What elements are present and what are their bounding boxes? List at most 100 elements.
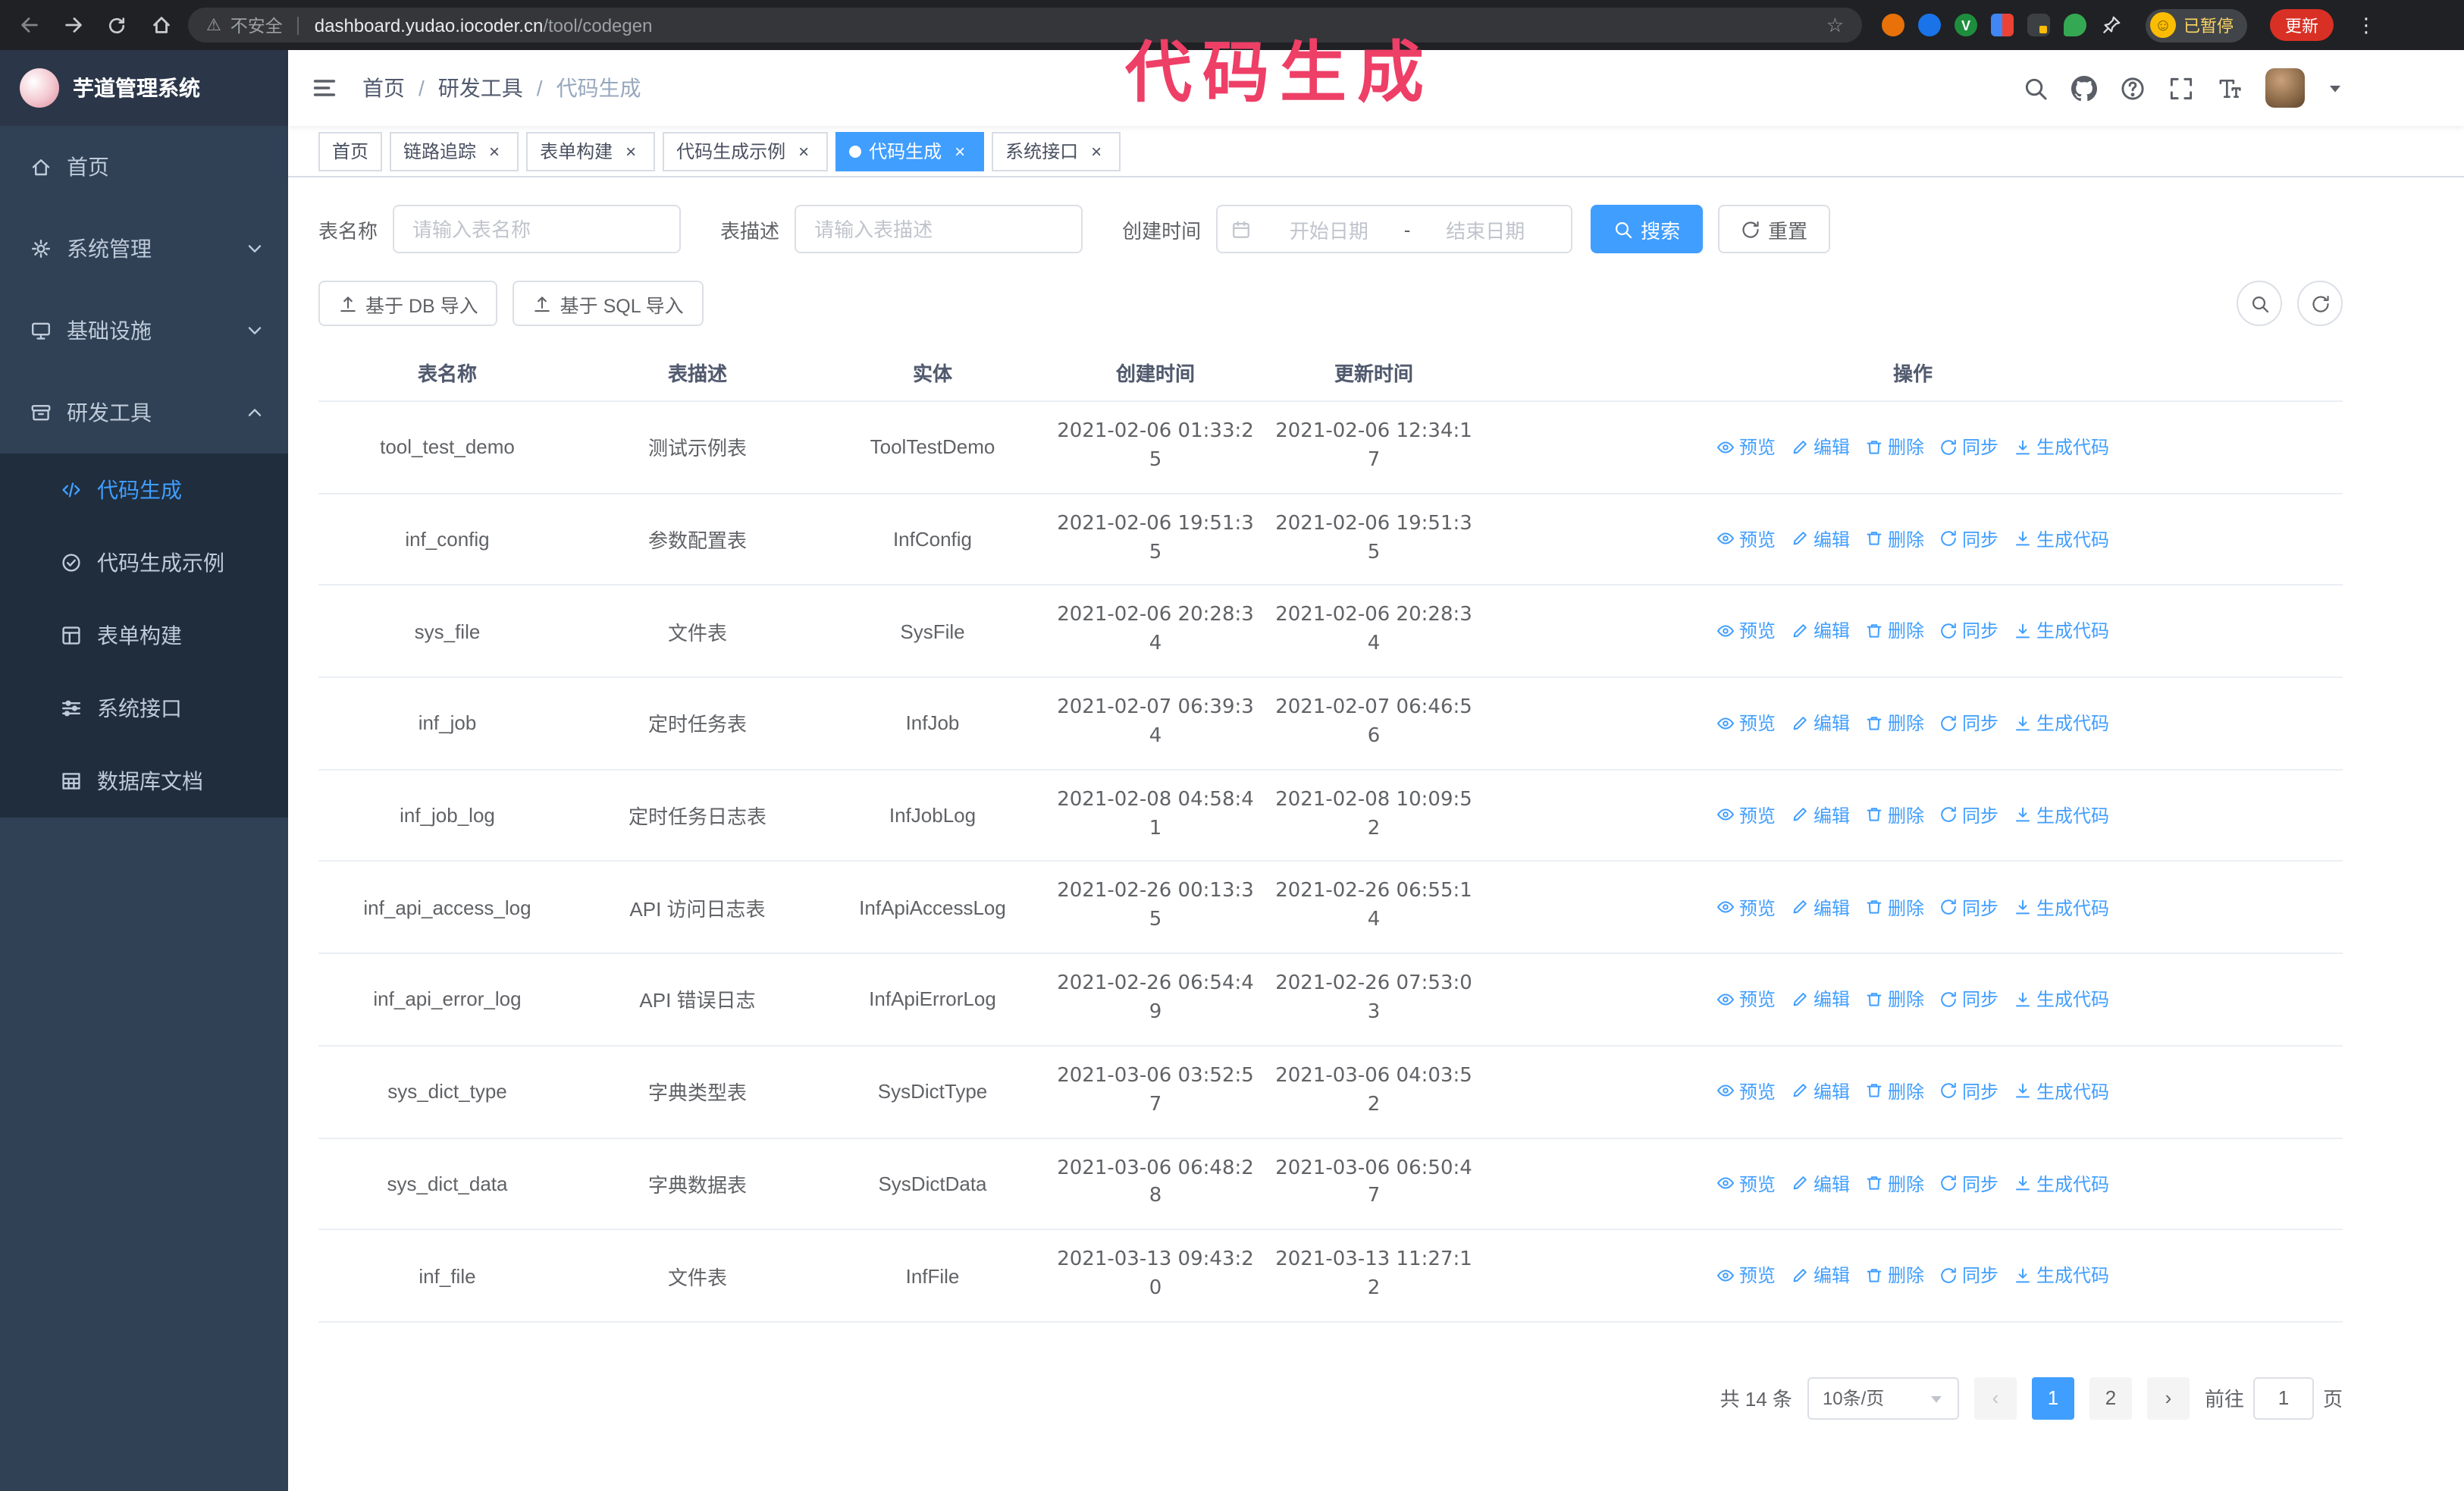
- op-eye-link[interactable]: 预览: [1716, 986, 1776, 1012]
- refresh-table-button[interactable]: [2297, 281, 2343, 326]
- sidebar-item-form-builder[interactable]: 表单构建: [0, 599, 288, 672]
- date-end-placeholder[interactable]: 结束日期: [1413, 215, 1557, 243]
- op-download-link[interactable]: 生成代码: [2014, 618, 2109, 644]
- sidebar-item-home[interactable]: 首页: [0, 126, 288, 208]
- tab-code-generation[interactable]: 代码生成 ×: [835, 131, 985, 171]
- tab-close-icon[interactable]: ×: [620, 140, 641, 162]
- op-sync-link[interactable]: 同步: [1939, 618, 1998, 644]
- url-text[interactable]: dashboard.yudao.iocoder.cn/tool/codegen: [315, 14, 653, 36]
- prev-page-button[interactable]: ‹: [1973, 1376, 2017, 1420]
- update-button[interactable]: 更新: [2270, 9, 2334, 41]
- tab-home[interactable]: 首页: [318, 131, 383, 171]
- op-edit-link[interactable]: 编辑: [1791, 1170, 1850, 1196]
- browser-home-button[interactable]: [144, 8, 177, 42]
- op-delete-link[interactable]: 删除: [1865, 894, 1924, 920]
- toggle-search-button[interactable]: [2237, 281, 2282, 326]
- op-sync-link[interactable]: 同步: [1939, 1170, 1998, 1196]
- extension-icon[interactable]: [1991, 14, 2014, 36]
- op-download-link[interactable]: 生成代码: [2014, 1078, 2109, 1104]
- op-sync-link[interactable]: 同步: [1939, 986, 1998, 1012]
- op-eye-link[interactable]: 预览: [1716, 1170, 1776, 1196]
- pin-icon[interactable]: [2100, 14, 2123, 36]
- op-eye-link[interactable]: 预览: [1716, 710, 1776, 736]
- op-edit-link[interactable]: 编辑: [1791, 618, 1850, 644]
- op-download-link[interactable]: 生成代码: [2014, 526, 2109, 552]
- op-sync-link[interactable]: 同步: [1939, 710, 1998, 736]
- op-eye-link[interactable]: 预览: [1716, 434, 1776, 460]
- op-download-link[interactable]: 生成代码: [2014, 802, 2109, 828]
- op-edit-link[interactable]: 编辑: [1791, 802, 1850, 828]
- table-name-input[interactable]: [393, 205, 682, 253]
- op-sync-link[interactable]: 同步: [1939, 434, 1998, 460]
- table-desc-input[interactable]: [795, 205, 1083, 253]
- op-eye-link[interactable]: 预览: [1716, 526, 1776, 552]
- bookmark-star-icon[interactable]: ☆: [1826, 13, 1844, 37]
- breadcrumb-item[interactable]: 首页: [362, 73, 405, 103]
- op-edit-link[interactable]: 编辑: [1791, 1263, 1850, 1289]
- extension-icon[interactable]: [2064, 14, 2086, 36]
- tab-close-icon[interactable]: ×: [484, 140, 505, 162]
- op-delete-link[interactable]: 删除: [1865, 802, 1924, 828]
- op-edit-link[interactable]: 编辑: [1791, 986, 1850, 1012]
- op-eye-link[interactable]: 预览: [1716, 894, 1776, 920]
- caret-down-icon[interactable]: [2328, 80, 2343, 96]
- op-sync-link[interactable]: 同步: [1939, 802, 1998, 828]
- reset-button[interactable]: 重置: [1718, 205, 1831, 253]
- help-icon[interactable]: [2120, 75, 2146, 101]
- sidebar-item-infrastructure[interactable]: 基础设施: [0, 290, 288, 372]
- browser-reload-button[interactable]: [100, 8, 133, 42]
- op-download-link[interactable]: 生成代码: [2014, 1263, 2109, 1289]
- browser-forward-button[interactable]: [56, 8, 89, 42]
- sidebar-item-codegen-example[interactable]: 代码生成示例: [0, 526, 288, 599]
- sidebar-item-system-api[interactable]: 系统接口: [0, 672, 288, 745]
- date-start-placeholder[interactable]: 开始日期: [1257, 215, 1401, 243]
- sidebar-item-code-generation[interactable]: 代码生成: [0, 454, 288, 526]
- import-db-button[interactable]: 基于 DB 导入: [318, 281, 498, 326]
- op-edit-link[interactable]: 编辑: [1791, 1078, 1850, 1104]
- security-label[interactable]: 不安全: [230, 13, 283, 37]
- op-edit-link[interactable]: 编辑: [1791, 526, 1850, 552]
- op-delete-link[interactable]: 删除: [1865, 1078, 1924, 1104]
- tab-codegen-example[interactable]: 代码生成示例 ×: [663, 131, 829, 171]
- tab-form-builder[interactable]: 表单构建 ×: [526, 131, 656, 171]
- sidebar-item-database-doc[interactable]: 数据库文档: [0, 745, 288, 818]
- op-download-link[interactable]: 生成代码: [2014, 1170, 2109, 1196]
- sidebar-toggle-icon[interactable]: [311, 74, 338, 102]
- op-eye-link[interactable]: 预览: [1716, 618, 1776, 644]
- op-edit-link[interactable]: 编辑: [1791, 434, 1850, 460]
- extension-icon[interactable]: V: [1955, 14, 1977, 36]
- goto-page-input[interactable]: [2252, 1376, 2314, 1420]
- search-icon[interactable]: [2023, 75, 2049, 101]
- fullscreen-icon[interactable]: [2168, 75, 2194, 101]
- date-range-picker[interactable]: 开始日期 - 结束日期: [1216, 205, 1573, 253]
- op-delete-link[interactable]: 删除: [1865, 526, 1924, 552]
- op-download-link[interactable]: 生成代码: [2014, 894, 2109, 920]
- op-sync-link[interactable]: 同步: [1939, 1263, 1998, 1289]
- font-size-icon[interactable]: [2217, 75, 2243, 101]
- tab-close-icon[interactable]: ×: [1086, 140, 1107, 162]
- op-download-link[interactable]: 生成代码: [2014, 434, 2109, 460]
- op-delete-link[interactable]: 删除: [1865, 618, 1924, 644]
- extension-icon[interactable]: [1882, 14, 1904, 36]
- op-delete-link[interactable]: 删除: [1865, 986, 1924, 1012]
- search-button[interactable]: 搜索: [1591, 205, 1704, 253]
- page-button-1[interactable]: 1: [2031, 1376, 2074, 1420]
- op-sync-link[interactable]: 同步: [1939, 526, 1998, 552]
- tab-system-api[interactable]: 系统接口 ×: [992, 131, 1121, 171]
- page-size-select[interactable]: 10条/页: [1807, 1376, 1959, 1420]
- page-button-2[interactable]: 2: [2089, 1376, 2132, 1420]
- op-download-link[interactable]: 生成代码: [2014, 710, 2109, 736]
- breadcrumb-item[interactable]: 研发工具: [438, 73, 523, 103]
- sidebar-item-dev-tools[interactable]: 研发工具: [0, 372, 288, 454]
- sidebar-item-system-management[interactable]: 系统管理: [0, 208, 288, 290]
- op-eye-link[interactable]: 预览: [1716, 1078, 1776, 1104]
- import-sql-button[interactable]: 基于 SQL 导入: [513, 281, 704, 326]
- op-sync-link[interactable]: 同步: [1939, 894, 1998, 920]
- tab-link-tracing[interactable]: 链路追踪 ×: [390, 131, 519, 171]
- next-page-button[interactable]: ›: [2146, 1376, 2190, 1420]
- op-edit-link[interactable]: 编辑: [1791, 894, 1850, 920]
- tab-close-icon[interactable]: ×: [949, 140, 970, 162]
- user-avatar[interactable]: [2265, 68, 2305, 108]
- op-download-link[interactable]: 生成代码: [2014, 986, 2109, 1012]
- address-bar[interactable]: ⚠ 不安全 dashboard.yudao.iocoder.cn/tool/co…: [188, 8, 1862, 42]
